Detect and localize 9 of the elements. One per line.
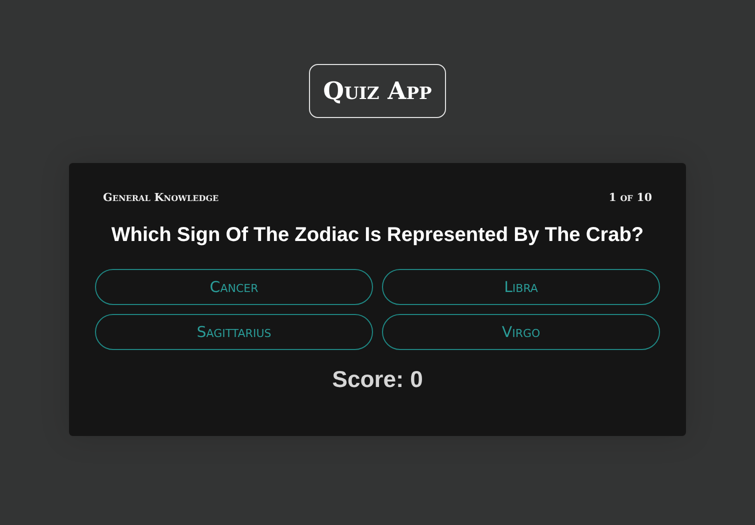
answer-button[interactable]: Virgo: [382, 314, 660, 350]
app-title: Quiz App: [309, 64, 446, 118]
score-text: Score: 0: [331, 366, 424, 393]
answer-button[interactable]: Cancer: [95, 269, 373, 305]
question-counter: 1 of 10: [608, 191, 652, 204]
category-label: General Knowledge: [103, 191, 219, 204]
answer-button[interactable]: Libra: [382, 269, 660, 305]
answer-button[interactable]: Sagittarius: [95, 314, 373, 350]
question-text: Which Sign Of The Zodiac Is Represented By The Crab?: [110, 224, 645, 247]
